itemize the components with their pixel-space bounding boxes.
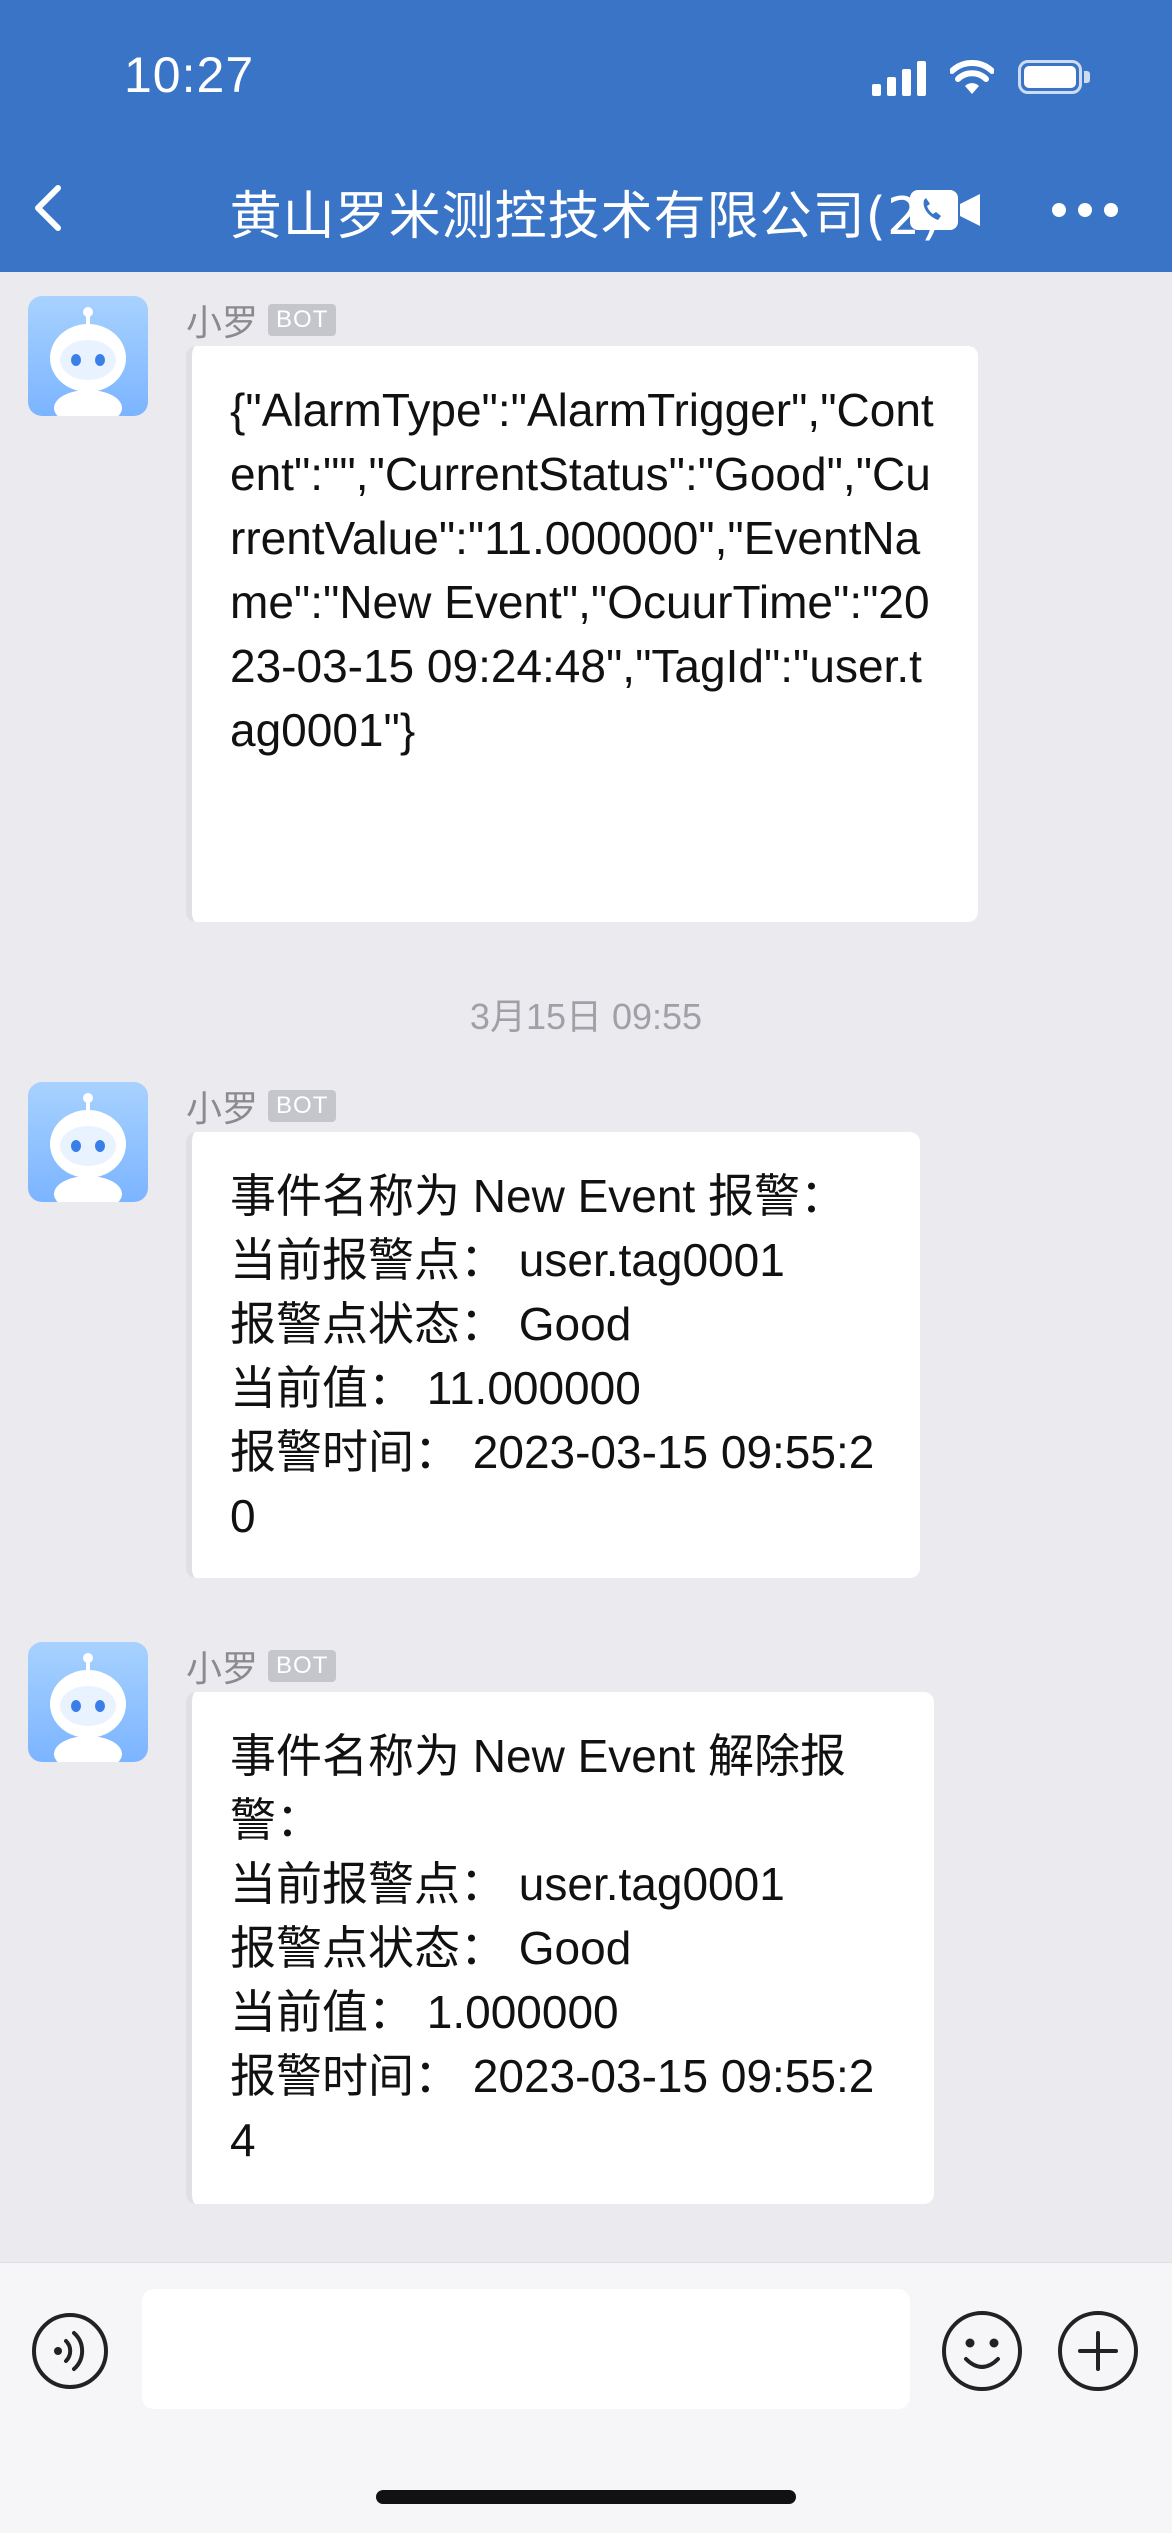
wifi-icon [950, 60, 994, 94]
battery-icon [1018, 60, 1092, 96]
emoji-icon[interactable] [940, 2309, 1024, 2393]
cellular-signal-icon [872, 60, 926, 96]
sender-name: 小罗 [186, 1649, 259, 1690]
message-input[interactable] [142, 2289, 910, 2409]
bot-badge: BOT [268, 304, 337, 336]
sender-label: 小罗 BOT [186, 294, 337, 346]
chat-header: 10:27 黄山罗米测控技术有限公司(2) [0, 0, 1172, 272]
sender-label: 小罗 BOT [186, 1080, 337, 1132]
sender-label: 小罗 BOT [186, 1640, 337, 1692]
robot-avatar-icon [50, 1093, 126, 1202]
bot-badge: BOT [268, 1650, 337, 1682]
status-icons [872, 56, 1092, 100]
status-time: 10:27 [124, 47, 255, 103]
bot-badge: BOT [268, 1090, 337, 1122]
sender-name: 小罗 [186, 303, 259, 344]
voice-icon[interactable] [30, 2311, 110, 2391]
robot-avatar-icon [50, 1653, 126, 1762]
bot-avatar[interactable] [28, 1082, 148, 1202]
bot-avatar[interactable] [28, 296, 148, 416]
plus-icon[interactable] [1056, 2309, 1140, 2393]
robot-avatar-icon [50, 307, 126, 416]
bot-avatar[interactable] [28, 1642, 148, 1762]
message-bubble-1[interactable]: {"AlarmType":"AlarmTrigger","Content":""… [186, 346, 978, 922]
more-icon[interactable] [1052, 190, 1118, 230]
home-indicator[interactable] [376, 2490, 796, 2504]
message-bubble-3[interactable]: 事件名称为 New Event 解除报警： 当前报警点： user.tag000… [186, 1692, 934, 2204]
sender-name: 小罗 [186, 1089, 259, 1130]
message-bubble-2[interactable]: 事件名称为 New Event 报警： 当前报警点： user.tag0001 … [186, 1132, 920, 1578]
video-call-icon[interactable] [908, 184, 982, 236]
chat-timestamp: 3月15日 09:55 [469, 996, 703, 1037]
chat-title: 黄山罗米测控技术有限公司(2) [229, 187, 943, 247]
